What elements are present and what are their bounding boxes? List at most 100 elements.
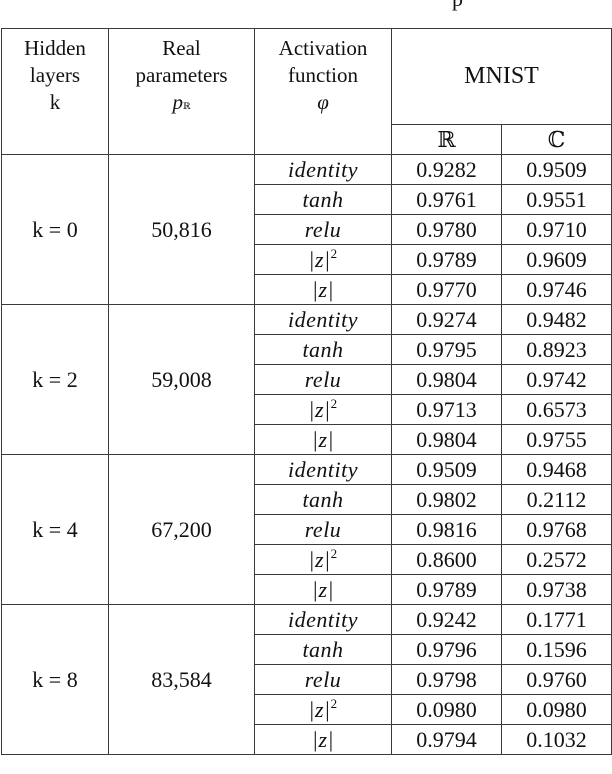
activation-cell: identity — [254, 154, 392, 185]
activation-cell: |z| — [254, 424, 392, 455]
hidden-layers-cell: k = 0 — [1, 154, 109, 305]
real-accuracy-cell: 0.9798 — [391, 664, 502, 695]
header-line: k — [49, 90, 61, 114]
header-hidden-layers: Hidden layers k — [1, 28, 109, 155]
activation-name: identity — [288, 606, 358, 632]
activation-name: relu — [304, 516, 342, 542]
activation-cell: tanh — [254, 634, 392, 665]
real-accuracy-cell: 0.8600 — [391, 544, 502, 575]
table-row: k = 0 50,816 identity 0.9282 0.9509 — [1, 154, 612, 305]
activation-cell: |z|2 — [254, 244, 392, 275]
activation-name: |z| — [311, 726, 335, 752]
header-activation-function: Activation function φ — [254, 28, 392, 155]
real-accuracy-cell: 0.0980 — [391, 694, 502, 725]
activation-cell: |z| — [254, 274, 392, 305]
real-accuracy-cell: 0.9282 — [391, 154, 502, 185]
complex-accuracy-cell: 0.9509 — [501, 154, 612, 185]
real-parameters-cell: 83,584 — [108, 604, 255, 755]
activation-name: relu — [304, 366, 342, 392]
complex-accuracy-cell: 0.9742 — [501, 364, 612, 395]
header-symbol: φ — [317, 90, 329, 114]
results-table: Hidden layers k Real parameters pℝ Activ… — [1, 28, 612, 755]
symbol-p: p — [172, 90, 184, 114]
table-row: k = 8 83,584 identity 0.9242 0.1771 — [1, 604, 612, 755]
header-line: Hidden — [24, 36, 86, 60]
table-row: k = 4 67,200 identity 0.9509 0.9468 — [1, 454, 612, 605]
activation-name: tanh — [302, 486, 344, 512]
activation-name: tanh — [302, 636, 344, 662]
activation-cell: |z| — [254, 574, 392, 605]
real-accuracy-cell: 0.9794 — [391, 724, 502, 755]
real-accuracy-cell: 0.9802 — [391, 484, 502, 515]
header-line: parameters — [135, 63, 228, 87]
real-accuracy-cell: 0.9795 — [391, 334, 502, 365]
real-accuracy-cell: 0.9770 — [391, 274, 502, 305]
activation-exponent: 2 — [330, 245, 338, 261]
activation-name: |z| — [311, 426, 335, 452]
header-line: layers — [29, 63, 81, 87]
table-row: k = 2 59,008 identity 0.9274 0.9482 — [1, 304, 612, 455]
complex-accuracy-cell: 0.6573 — [501, 394, 612, 425]
header-real-parameters: Real parameters pℝ — [108, 28, 255, 155]
symbol-subscript: ℝ — [183, 101, 191, 111]
activation-cell: |z|2 — [254, 544, 392, 575]
real-parameters-cell: 67,200 — [108, 454, 255, 605]
activation-name: |z| — [308, 246, 331, 272]
activation-cell: tanh — [254, 334, 392, 365]
activation-name: relu — [304, 666, 342, 692]
complex-accuracy-cell: 0.8923 — [501, 334, 612, 365]
complex-accuracy-cell: 0.1032 — [501, 724, 612, 755]
complex-accuracy-cell: 0.9468 — [501, 454, 612, 485]
complex-accuracy-cell: 0.9755 — [501, 424, 612, 455]
activation-cell: identity — [254, 454, 392, 485]
header-dataset: MNIST — [391, 28, 612, 125]
activation-exponent: 2 — [330, 395, 338, 411]
complex-accuracy-cell: 0.9710 — [501, 214, 612, 245]
activation-cell: relu — [254, 514, 392, 545]
real-parameters-cell: 59,008 — [108, 304, 255, 455]
activation-cell: relu — [254, 214, 392, 245]
activation-name: |z| — [311, 276, 335, 302]
complex-accuracy-cell: 0.9738 — [501, 574, 612, 605]
complex-accuracy-cell: 0.9746 — [501, 274, 612, 305]
real-accuracy-cell: 0.9274 — [391, 304, 502, 335]
real-parameters-cell: 50,816 — [108, 154, 255, 305]
complex-accuracy-cell: 0.9760 — [501, 664, 612, 695]
real-accuracy-cell: 0.9804 — [391, 364, 502, 395]
activation-name: identity — [288, 306, 358, 332]
complex-accuracy-cell: 0.9768 — [501, 514, 612, 545]
activation-name: identity — [288, 456, 358, 482]
activation-name: |z| — [308, 546, 331, 572]
header-line: Real — [162, 36, 201, 60]
activation-cell: relu — [254, 364, 392, 395]
hidden-layers-cell: k = 4 — [1, 454, 109, 605]
real-accuracy-cell: 0.9789 — [391, 244, 502, 275]
header-line: function — [288, 63, 358, 87]
real-accuracy-cell: 0.9761 — [391, 184, 502, 215]
complex-accuracy-cell: 0.1596 — [501, 634, 612, 665]
real-accuracy-cell: 0.9789 — [391, 574, 502, 605]
activation-cell: relu — [254, 664, 392, 695]
activation-cell: identity — [254, 604, 392, 635]
activation-cell: |z|2 — [254, 394, 392, 425]
real-accuracy-cell: 0.9780 — [391, 214, 502, 245]
complex-accuracy-cell: 0.9482 — [501, 304, 612, 335]
activation-cell: tanh — [254, 184, 392, 215]
activation-name: tanh — [302, 186, 344, 212]
activation-name: identity — [288, 156, 358, 182]
activation-cell: identity — [254, 304, 392, 335]
caption-fragment: p — [452, 0, 463, 12]
activation-cell: |z|2 — [254, 694, 392, 725]
hidden-layers-cell: k = 8 — [1, 604, 109, 755]
activation-name: relu — [304, 216, 342, 242]
real-accuracy-cell: 0.9816 — [391, 514, 502, 545]
real-accuracy-cell: 0.9242 — [391, 604, 502, 635]
header-complex: ℂ — [501, 124, 612, 155]
hidden-layers-cell: k = 2 — [1, 304, 109, 455]
real-accuracy-cell: 0.9804 — [391, 424, 502, 455]
activation-exponent: 2 — [330, 695, 338, 711]
activation-name: |z| — [311, 576, 335, 602]
complex-accuracy-cell: 0.0980 — [501, 694, 612, 725]
complex-accuracy-cell: 0.9551 — [501, 184, 612, 215]
real-accuracy-cell: 0.9509 — [391, 454, 502, 485]
